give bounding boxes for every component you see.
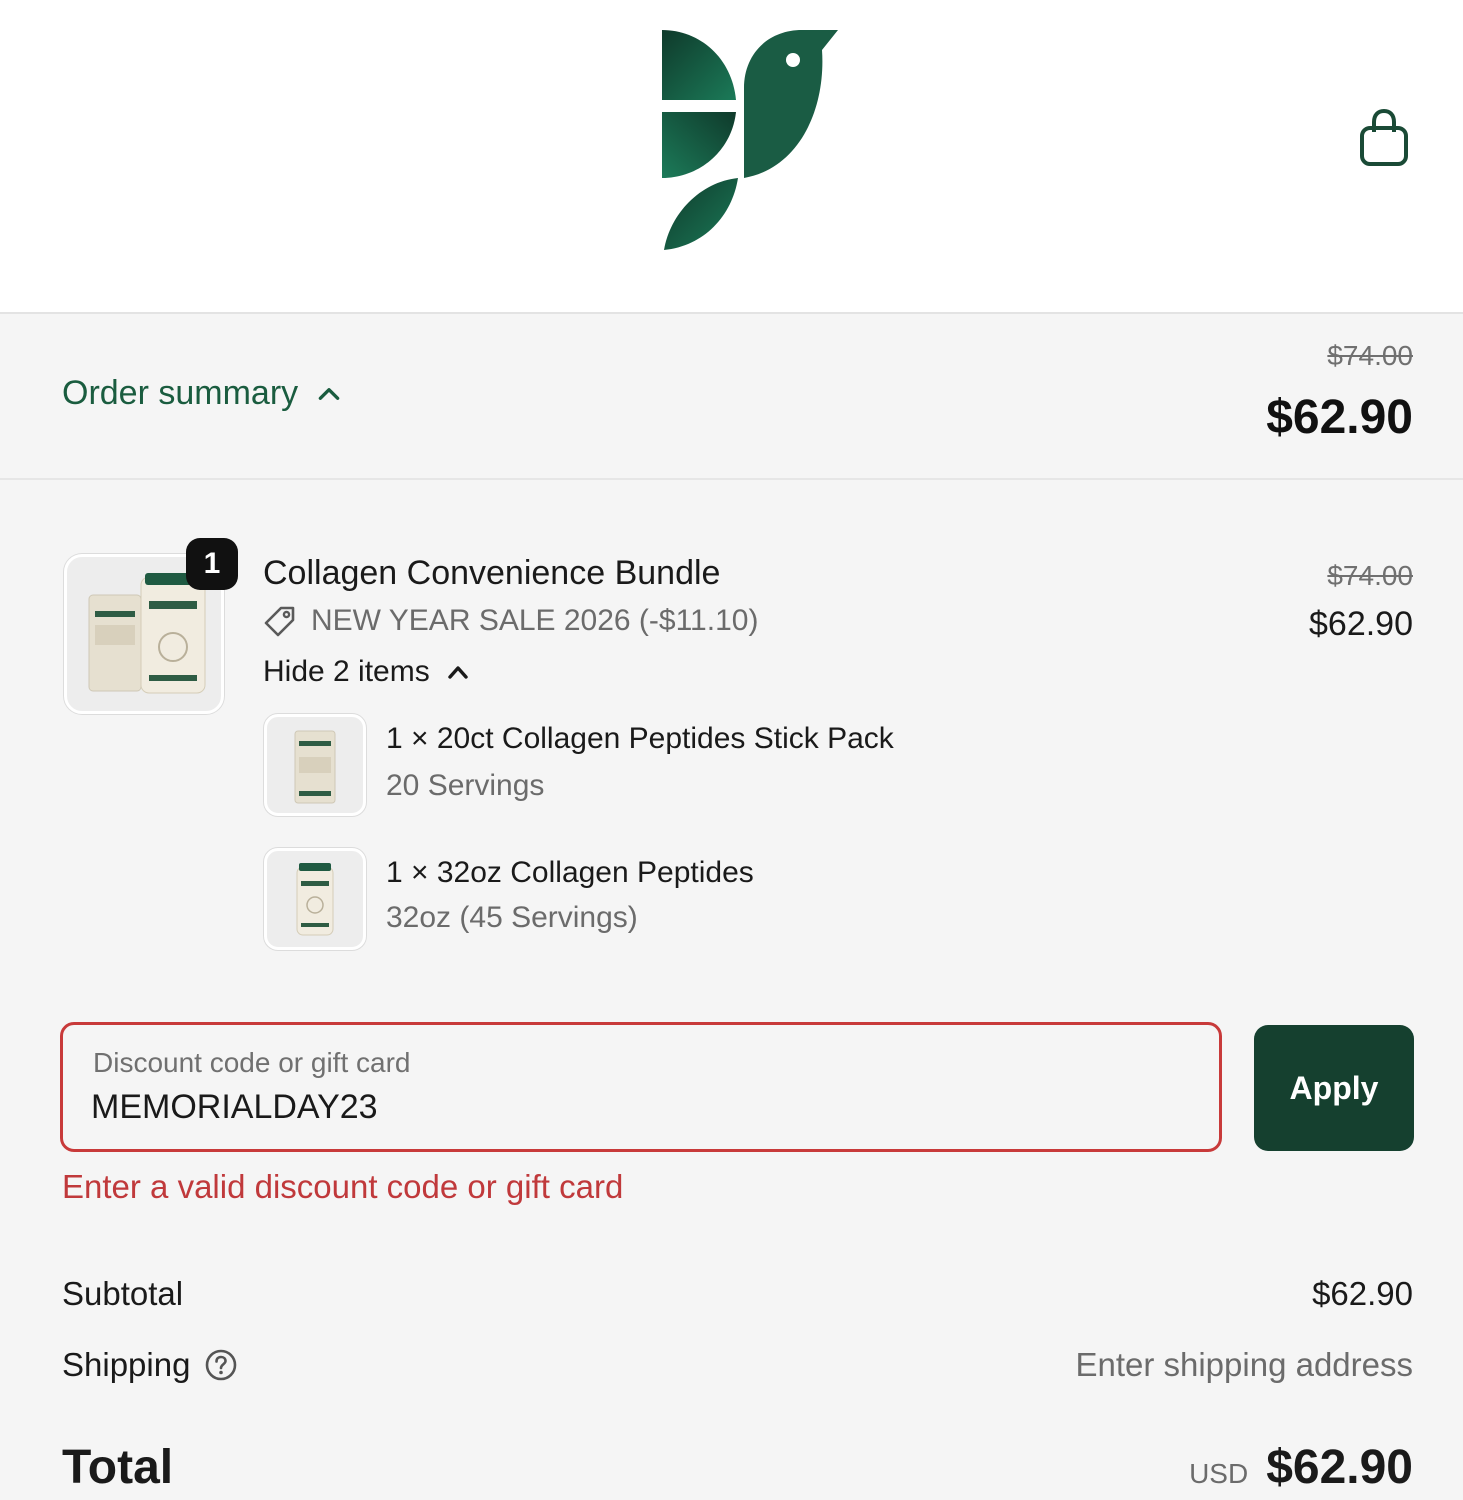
component-title: 1 × 32oz Collagen Peptides — [386, 856, 754, 889]
component-thumbnail — [264, 714, 366, 816]
summary-original-total: $74.00 — [1327, 340, 1413, 371]
header — [0, 0, 1463, 314]
apply-button[interactable]: Apply — [1254, 1025, 1414, 1151]
discount-field[interactable]: Discount code or gift card — [60, 1022, 1222, 1152]
summary-total: $62.90 — [1266, 391, 1413, 444]
order-summary-toggle[interactable]: Order summary — [62, 374, 342, 413]
chevron-up-icon — [318, 387, 340, 400]
quantity-badge: 1 — [186, 538, 238, 590]
chevron-up-icon — [448, 666, 468, 679]
total-label: Total — [62, 1441, 174, 1494]
shipping-row: Shipping — [62, 1346, 238, 1384]
shipping-label: Shipping — [62, 1346, 191, 1383]
shipping-value: Enter shipping address — [1075, 1346, 1413, 1383]
product-title: Collagen Convenience Bundle — [263, 554, 721, 592]
component-variant: 20 Servings — [386, 769, 545, 802]
currency-code: USD — [1189, 1458, 1249, 1489]
discount-input[interactable] — [91, 1085, 1171, 1129]
product-discount: NEW YEAR SALE 2026 (-$11.10) — [263, 604, 758, 638]
shopping-bag-icon[interactable] — [1356, 108, 1412, 168]
hide-items-toggle[interactable]: Hide 2 items — [263, 655, 470, 689]
subtotal-value: $62.90 — [1312, 1275, 1413, 1312]
subtotal-label: Subtotal — [62, 1275, 184, 1312]
tag-icon — [264, 606, 295, 637]
order-summary-label: Order summary — [62, 374, 299, 412]
total-amount: $62.90 — [1266, 1441, 1413, 1494]
bird-logo-icon[interactable] — [660, 28, 840, 254]
component-image — [294, 730, 336, 804]
component-thumbnail — [264, 848, 366, 950]
discount-name: NEW YEAR SALE 2026 (-$11.10) — [311, 604, 759, 637]
total-value-group: USD $62.90 — [1189, 1440, 1413, 1495]
product-price: $62.90 — [1309, 605, 1413, 643]
component-image — [296, 863, 334, 936]
product-original-price: $74.00 — [1327, 560, 1413, 591]
component-variant: 32oz (45 Servings) — [386, 901, 638, 934]
discount-error-message: Enter a valid discount code or gift card — [62, 1168, 624, 1205]
question-circle-icon[interactable] — [204, 1348, 238, 1382]
discount-field-label: Discount code or gift card — [93, 1047, 411, 1078]
component-title: 1 × 20ct Collagen Peptides Stick Pack — [386, 722, 894, 755]
hide-items-label: Hide 2 items — [263, 655, 430, 688]
